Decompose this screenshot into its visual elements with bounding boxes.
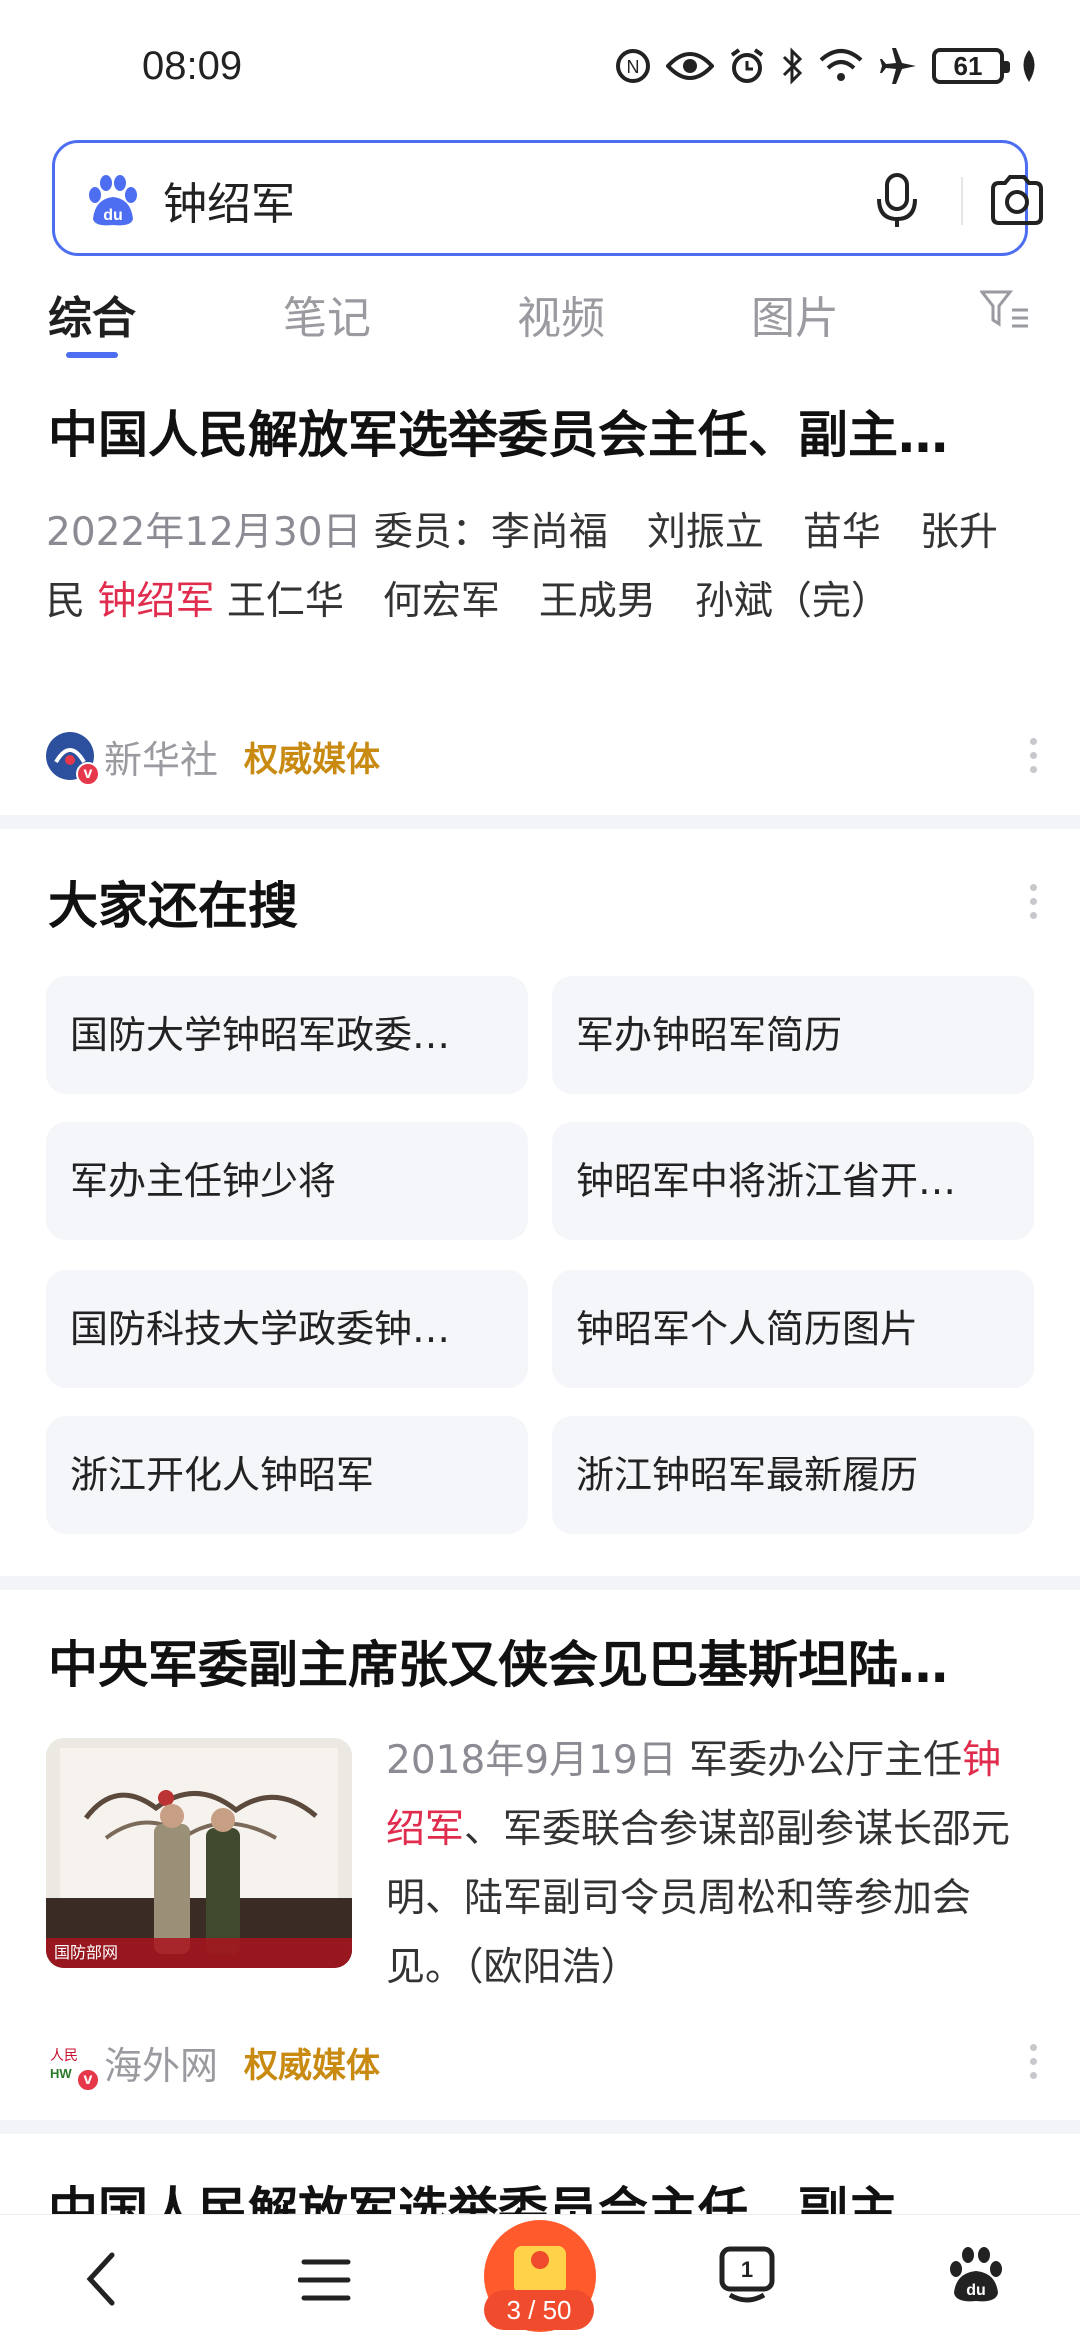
verified-badge-icon: v [76,2068,100,2092]
camera-icon[interactable] [989,173,1045,227]
more-options-icon[interactable] [1030,2044,1038,2086]
bluetooth-icon [782,47,803,85]
haiwai-logo: 人民 HW v [46,2038,100,2092]
svg-text:N: N [627,57,640,77]
related-search-item[interactable]: 钟昭军个人简历图片 [552,1270,1034,1388]
status-time: 08:09 [142,44,243,88]
tab-videos[interactable]: 视频 [517,282,605,346]
thumbnail-watermark: 国防部网 [54,1943,118,1962]
eye-icon [666,52,714,80]
tab-notes[interactable]: 笔记 [283,282,371,346]
source-name: 新华社 [104,737,219,782]
tab-all[interactable]: 综合 [48,282,136,346]
result-date: 2022年12月30日 [46,510,362,555]
related-search-item[interactable]: 国防科技大学政委钟… [46,1270,528,1388]
snippet-text: 王仁华 何宏军 王成男 孙斌（完） [226,579,890,624]
svg-text:人民: 人民 [50,2048,78,2064]
result-source[interactable]: 人民 HW v 海外网 权威媒体 [46,2034,381,2092]
result-thumbnail[interactable]: 国防部网 [46,1738,352,1968]
related-search-item[interactable]: 国防大学钟昭军政委… [46,976,528,1094]
result-date: 2018年9月19日 [386,1738,677,1783]
snippet-text: 、军委联合参谋部副参谋长邵元明、陆军副司令员周松和等参加会见。（欧阳浩） [386,1807,1011,1990]
tab-images[interactable]: 图片 [751,282,839,346]
snippet-text: 军委办公厅主任 [689,1738,963,1783]
tab-count: 1 [741,2257,753,2282]
more-options-icon[interactable] [1030,884,1038,926]
page-counter: 3 / 50 [484,2290,594,2330]
back-icon[interactable] [82,2251,122,2307]
alarm-icon [730,48,764,83]
network-icon: N [616,49,650,83]
menu-icon[interactable] [298,2257,352,2303]
baidu-home-icon[interactable]: du [946,2245,1006,2305]
tab-bar: 综合 笔记 视频 图片 [0,282,1080,362]
status-bar: 08:09 N 61 [0,0,1080,140]
tabs-icon[interactable]: 1 [716,2245,778,2305]
svg-text:du: du [966,2282,986,2299]
related-search-item[interactable]: 军办主任钟少将 [46,1122,528,1240]
result-source[interactable]: v 新华社 权威媒体 [46,728,381,786]
svg-text:HW: HW [50,2066,72,2081]
microphone-icon[interactable] [875,171,919,231]
result-snippet[interactable]: 2022年12月30日 委员：李尚福 刘振立 苗华 张升民 钟绍军 王仁华 何宏… [46,498,1032,636]
result-title[interactable]: 中国人民解放军选举委员会主任、副主… [48,400,1032,470]
active-tab-indicator [66,352,118,358]
snippet-highlight: 钟绍军 [97,579,215,624]
search-bar[interactable]: du [52,140,1043,256]
section-divider [0,1576,1080,1590]
verified-badge-icon: v [76,762,100,786]
related-search-item[interactable]: 钟昭军中将浙江省开… [552,1122,1034,1240]
svg-text:du: du [103,207,123,224]
battery-icon: 61 [932,48,1010,84]
more-options-icon[interactable] [1030,738,1038,780]
wifi-icon [819,49,863,81]
section-divider [0,815,1080,829]
xinhua-logo: v [46,732,100,786]
related-search-item[interactable]: 浙江钟昭军最新履历 [552,1416,1034,1534]
leaf-icon [1023,50,1035,82]
search-divider [961,177,963,225]
status-icons: N 61 [614,46,1040,86]
result-title[interactable]: 中央军委副主席张又侠会见巴基斯坦陆… [48,1630,1032,1700]
authority-badge: 权威媒体 [244,739,381,780]
source-name: 海外网 [104,2043,219,2088]
airplane-icon [880,48,916,84]
related-search-item[interactable]: 浙江开化人钟昭军 [46,1416,528,1534]
filter-icon[interactable] [980,288,1030,332]
search-input[interactable] [163,165,823,235]
baidu-paw-icon: du [89,175,137,226]
related-searches-title: 大家还在搜 [48,877,298,935]
authority-badge: 权威媒体 [244,2045,381,2086]
result-snippet[interactable]: 2018年9月19日 军委办公厅主任钟绍军、军委联合参谋部副参谋长邵元明、陆军副… [386,1726,1036,2002]
related-search-item[interactable]: 军办钟昭军简历 [552,976,1034,1094]
section-divider [0,2120,1080,2134]
